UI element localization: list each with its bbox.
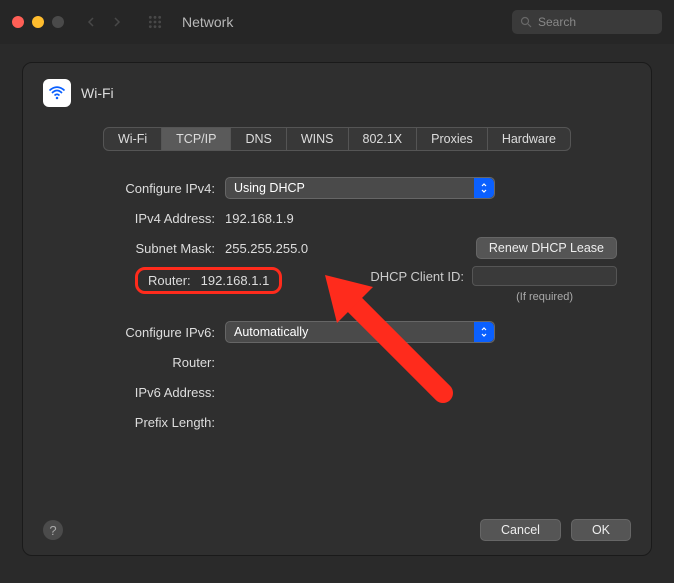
window-controls xyxy=(12,16,64,28)
configure-ipv6-label: Configure IPv6: xyxy=(43,325,225,340)
show-all-icon[interactable] xyxy=(148,15,162,29)
configure-ipv6-value: Automatically xyxy=(234,325,308,339)
cancel-button[interactable]: Cancel xyxy=(480,519,561,541)
router-label: Router: xyxy=(148,273,191,288)
router-value: 192.168.1.1 xyxy=(201,273,270,288)
wifi-icon xyxy=(43,79,71,107)
tab-hardware[interactable]: Hardware xyxy=(488,128,570,150)
configure-ipv4-label: Configure IPv4: xyxy=(43,181,225,196)
ok-button[interactable]: OK xyxy=(571,519,631,541)
form: Configure IPv4: Using DHCP IPv4 Address:… xyxy=(43,173,631,437)
configure-ipv4-value: Using DHCP xyxy=(234,181,305,195)
renew-dhcp-lease-button[interactable]: Renew DHCP Lease xyxy=(476,237,617,259)
close-window[interactable] xyxy=(12,16,24,28)
search-placeholder: Search xyxy=(538,15,576,29)
help-button[interactable]: ? xyxy=(43,520,63,540)
forward-icon[interactable] xyxy=(112,17,122,27)
dhcp-client-id-hint: (If required) xyxy=(516,291,573,303)
tab-tcp-ip[interactable]: TCP/IP xyxy=(162,128,231,150)
router-highlight: Router: 192.168.1.1 xyxy=(135,267,282,294)
dhcp-client-id-label: DHCP Client ID: xyxy=(370,269,464,284)
tab-dns[interactable]: DNS xyxy=(231,128,286,150)
minimize-window[interactable] xyxy=(32,16,44,28)
tab-wi-fi[interactable]: Wi-Fi xyxy=(104,128,162,150)
configure-ipv6-select[interactable]: Automatically xyxy=(225,321,495,343)
ipv4-address-label: IPv4 Address: xyxy=(43,211,225,226)
titlebar: Network Search xyxy=(0,0,674,44)
zoom-window[interactable] xyxy=(52,16,64,28)
prefix-length-label: Prefix Length: xyxy=(43,415,225,430)
ipv6-router-label: Router: xyxy=(43,355,225,370)
dhcp-client-id-input[interactable] xyxy=(472,266,617,286)
ipv6-address-label: IPv6 Address: xyxy=(43,385,225,400)
configure-ipv4-select[interactable]: Using DHCP xyxy=(225,177,495,199)
tab-proxies[interactable]: Proxies xyxy=(417,128,488,150)
nav-arrows xyxy=(86,17,122,27)
settings-panel: Wi-Fi Wi-FiTCP/IPDNSWINS802.1XProxiesHar… xyxy=(22,62,652,556)
search-field[interactable]: Search xyxy=(512,10,662,34)
subnet-mask-value: 255.255.255.0 xyxy=(225,241,308,256)
subnet-mask-label: Subnet Mask: xyxy=(43,241,225,256)
search-icon xyxy=(520,16,532,28)
tab-bar: Wi-FiTCP/IPDNSWINS802.1XProxiesHardware xyxy=(43,127,631,151)
tab-wins[interactable]: WINS xyxy=(287,128,349,150)
back-icon[interactable] xyxy=(86,17,96,27)
ipv4-address-value: 192.168.1.9 xyxy=(225,211,294,226)
chevron-updown-icon xyxy=(474,178,494,198)
window-title: Network xyxy=(182,14,233,30)
chevron-updown-icon xyxy=(474,322,494,342)
tab-802-1x[interactable]: 802.1X xyxy=(349,128,418,150)
panel-title: Wi-Fi xyxy=(81,85,114,101)
